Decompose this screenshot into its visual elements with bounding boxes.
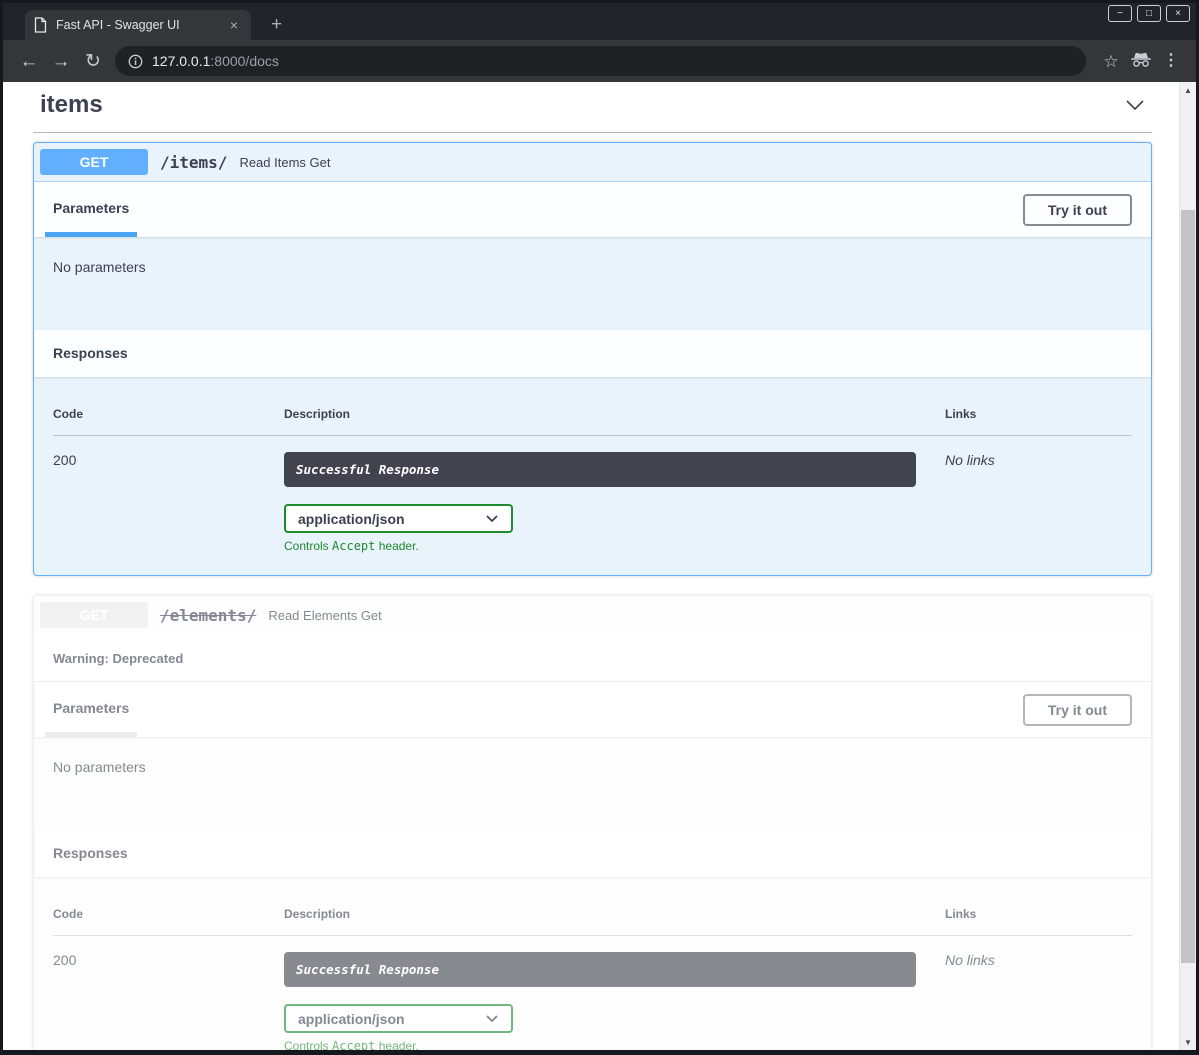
opblock-summary[interactable]: GET /elements/ Read Elements Get — [34, 596, 1151, 634]
window-controls: − □ × — [1108, 5, 1190, 22]
swagger-ui: items GET /items/ Read Items Get Paramet… — [33, 82, 1152, 1050]
no-parameters-message: No parameters — [34, 737, 1151, 830]
responses-header: Responses — [34, 330, 1151, 377]
tab-active-underline — [45, 732, 137, 737]
address-bar[interactable]: 127.0.0.1:8000/docs — [115, 46, 1086, 76]
bookmark-star-icon[interactable]: ☆ — [1096, 53, 1126, 70]
minimize-icon[interactable]: − — [1108, 5, 1132, 22]
response-links: No links — [945, 452, 1132, 553]
back-icon[interactable]: ← — [13, 52, 45, 71]
endpoint-summary: Read Elements Get — [268, 608, 381, 623]
new-tab-icon[interactable]: + — [265, 13, 288, 36]
url-host: 127.0.0.1 — [152, 53, 210, 69]
media-type-value: application/json — [298, 511, 405, 527]
scroll-up-icon[interactable]: ▲ — [1180, 82, 1196, 98]
try-it-out-button[interactable]: Try it out — [1023, 194, 1132, 226]
response-description: Successful Response — [284, 452, 916, 487]
incognito-icon — [1126, 52, 1156, 70]
info-icon[interactable] — [128, 54, 143, 69]
tag-header-items[interactable]: items — [33, 82, 1152, 133]
parameters-header: Parameters Try it out — [34, 682, 1151, 737]
method-badge: GET — [40, 602, 148, 628]
controls-accept-note: Controls Accept header. — [284, 539, 945, 553]
parameters-label: Parameters — [53, 200, 129, 216]
response-code: 200 — [53, 952, 284, 1050]
forward-icon[interactable]: → — [45, 52, 77, 71]
opblock-get-items: GET /items/ Read Items Get Parameters Tr… — [33, 142, 1152, 576]
table-row: 200 Successful Response application/json… — [53, 436, 1132, 553]
column-code: Code — [53, 407, 284, 421]
responses-header: Responses — [34, 830, 1151, 877]
vertical-scrollbar[interactable]: ▲ ▼ — [1179, 82, 1196, 1050]
kebab-menu-icon[interactable]: ⋮ — [1156, 53, 1186, 69]
endpoint-summary: Read Items Get — [239, 155, 330, 170]
tab-active-underline — [45, 232, 137, 237]
media-type-value: application/json — [298, 1011, 405, 1027]
opblock-get-elements-deprecated: GET /elements/ Read Elements Get Warning… — [33, 595, 1152, 1050]
tab-title: Fast API - Swagger UI — [56, 18, 226, 32]
try-it-out-button[interactable]: Try it out — [1023, 694, 1132, 726]
column-description: Description — [284, 907, 945, 921]
tab-close-icon[interactable]: × — [226, 16, 242, 34]
column-code: Code — [53, 907, 284, 921]
url-path: :8000/docs — [210, 53, 279, 69]
browser-toolbar: ← → ↻ 127.0.0.1:8000/docs ☆ ⋮ — [3, 40, 1196, 82]
media-type-select[interactable]: application/json — [284, 504, 513, 533]
column-description: Description — [284, 407, 945, 421]
reload-icon[interactable]: ↻ — [77, 52, 109, 71]
column-links: Links — [945, 907, 1132, 921]
parameters-header: Parameters Try it out — [34, 182, 1151, 237]
media-type-select[interactable]: application/json — [284, 1004, 513, 1033]
response-description: Successful Response — [284, 952, 916, 987]
page-content: items GET /items/ Read Items Get Paramet… — [3, 82, 1196, 1050]
no-parameters-message: No parameters — [34, 237, 1151, 330]
responses-table: Code Description Links 200 Successful Re… — [34, 877, 1151, 1050]
page-favicon-icon — [34, 17, 47, 33]
responses-table-head: Code Description Links — [53, 907, 1132, 936]
response-description-cell: Successful Response application/json Con… — [284, 452, 945, 553]
select-chevron-icon — [485, 514, 499, 523]
column-links: Links — [945, 407, 1132, 421]
opblock-summary[interactable]: GET /items/ Read Items Get — [34, 143, 1151, 182]
accept-code: Accept — [332, 539, 375, 553]
scroll-down-icon[interactable]: ▼ — [1180, 1034, 1196, 1050]
response-code: 200 — [53, 452, 284, 553]
tab-parameters[interactable]: Parameters — [45, 682, 137, 737]
endpoint-path: /items/ — [160, 153, 227, 172]
responses-table-head: Code Description Links — [53, 407, 1132, 436]
close-icon[interactable]: × — [1166, 5, 1190, 22]
chevron-down-icon[interactable] — [1124, 98, 1146, 112]
select-chevron-icon — [485, 1014, 499, 1023]
response-description-cell: Successful Response application/json Con… — [284, 952, 945, 1050]
deprecated-warning: Warning: Deprecated — [34, 634, 1151, 682]
browser-window: Fast API - Swagger UI × + − □ × ← → ↻ 12… — [0, 0, 1199, 1055]
accept-code: Accept — [332, 1039, 375, 1050]
table-row: 200 Successful Response application/json… — [53, 936, 1132, 1050]
endpoint-path: /elements/ — [160, 606, 256, 625]
controls-accept-note: Controls Accept header. — [284, 1039, 945, 1050]
tab-parameters[interactable]: Parameters — [45, 182, 137, 237]
parameters-label: Parameters — [53, 700, 129, 716]
tag-title: items — [40, 91, 103, 119]
maximize-icon[interactable]: □ — [1137, 5, 1161, 22]
method-badge: GET — [40, 149, 148, 175]
titlebar: Fast API - Swagger UI × + − □ × — [3, 3, 1196, 40]
browser-tab[interactable]: Fast API - Swagger UI × — [25, 10, 251, 40]
response-links: No links — [945, 952, 1132, 1050]
responses-table: Code Description Links 200 Successful Re… — [34, 377, 1151, 575]
scrollbar-thumb[interactable] — [1181, 210, 1195, 963]
